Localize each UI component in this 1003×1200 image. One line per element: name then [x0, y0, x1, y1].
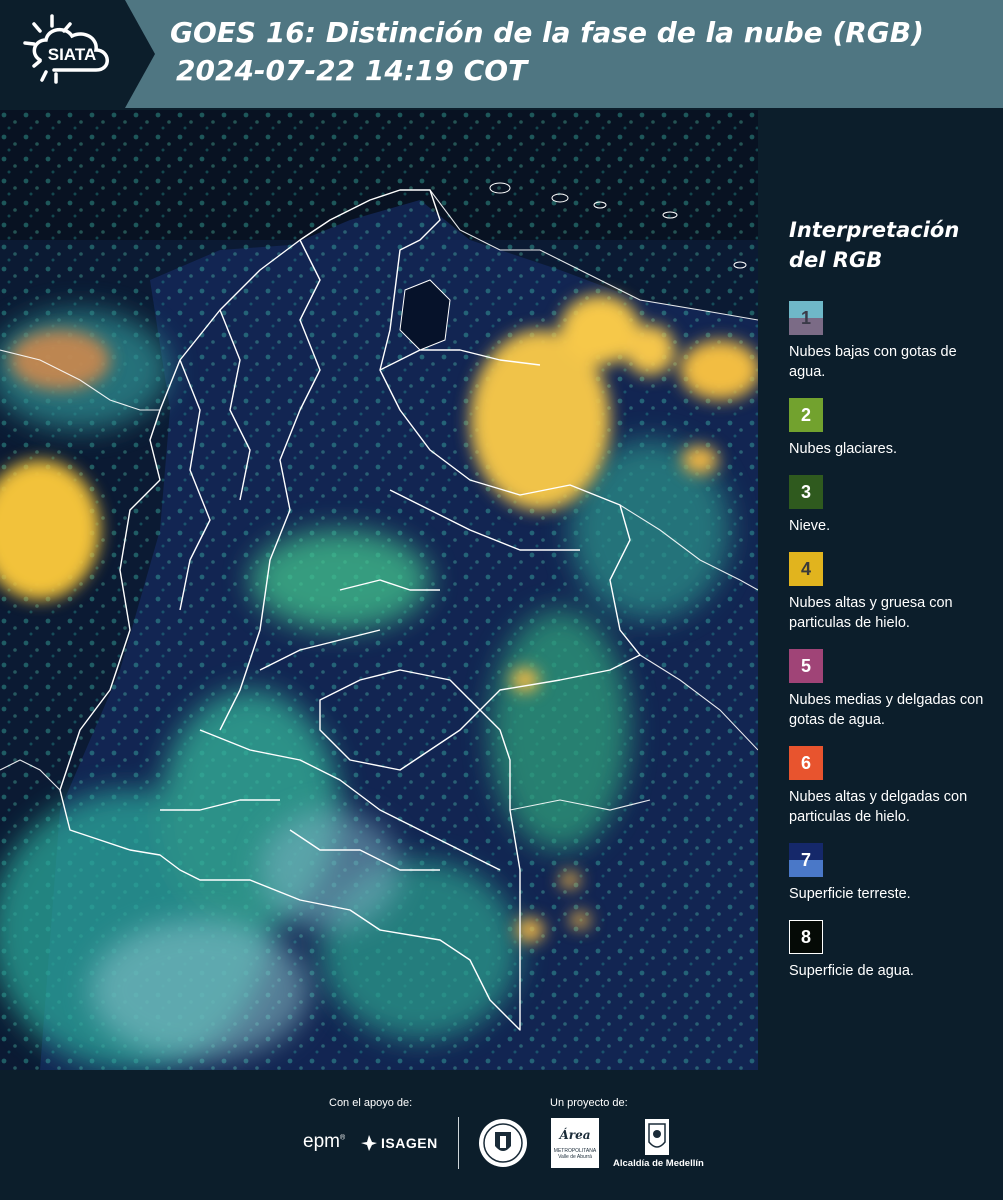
area-metropolitana-logo[interactable]: Área METROPOLITANA Valle de Aburrá	[551, 1118, 599, 1168]
legend-label: Nubes altas y delgadas con particulas de…	[789, 789, 968, 825]
isagen-logo[interactable]: ISAGEN	[360, 1134, 438, 1152]
legend-number: 6	[800, 752, 811, 773]
legend-label: Superficie terreste.	[789, 886, 911, 902]
legend-item-1: 1 Nubes bajas con gotas de agua.	[789, 301, 994, 382]
epm-logo-text: epm	[303, 1131, 340, 1152]
legend-item-7: 7 Superficie terreste.	[789, 843, 994, 904]
support-label: Con el apoyo de:	[329, 1097, 413, 1109]
legend-number: 3	[800, 481, 811, 502]
universidad-seal[interactable]	[478, 1118, 528, 1173]
legend-number: 2	[800, 404, 811, 425]
isagen-logo-text: ISAGEN	[381, 1135, 438, 1151]
legend-number: 5	[800, 655, 811, 676]
siata-logo-text: SIATA	[48, 45, 96, 64]
alcaldia-label: Alcaldía de Medellín	[613, 1158, 704, 1169]
legend-swatch-5: 5	[789, 649, 823, 683]
legend-number: 4	[800, 558, 811, 579]
legend-swatch-7: 7	[789, 843, 823, 877]
legend-swatch-3: 3	[789, 475, 823, 509]
legend-item-5: 5 Nubes medias y delgadas con gotas de ag…	[789, 649, 994, 730]
rgb-legend: Interpretación del RGB 1 Nubes bajas con …	[789, 215, 994, 997]
satellite-rgb-image[interactable]	[0, 110, 758, 1070]
legend-title: Interpretación del RGB	[789, 215, 994, 275]
legend-title-line-1: Interpretación	[789, 218, 960, 242]
legend-swatch-2: 2	[789, 398, 823, 432]
seal-icon	[479, 1119, 527, 1167]
crest-icon	[645, 1119, 669, 1155]
legend-label: Nubes medias y delgadas con gotas de agu…	[789, 692, 984, 728]
legend-number: 1	[800, 307, 811, 328]
area-logo-label: Área	[559, 1128, 591, 1142]
siata-logo[interactable]: SIATA	[0, 0, 155, 108]
legend-item-6: 6 Nubes altas y delgadas con particulas d…	[789, 746, 994, 827]
epm-logo[interactable]: epm®	[303, 1131, 345, 1153]
legend-label: Superficie de agua.	[789, 963, 914, 979]
legend-list: 1 Nubes bajas con gotas de agua. 2 Nubes gl…	[789, 301, 994, 981]
legend-label: Nieve.	[789, 518, 831, 534]
isagen-mark-icon	[361, 1135, 377, 1151]
legend-swatch-6: 6	[789, 746, 823, 780]
title-line-2: 2024-07-22 14:19 COT	[176, 54, 528, 87]
header-bar: SIATA GOES 16: Distinción de la fase de …	[0, 0, 1003, 108]
page-title: GOES 16: Distinción de la fase de la nub…	[170, 14, 924, 90]
legend-number: 8	[800, 926, 811, 947]
alcaldia-crest[interactable]	[644, 1118, 670, 1161]
title-line-1: GOES 16: Distinción de la fase de la nub…	[170, 16, 924, 49]
legend-swatch-1: 1	[789, 301, 823, 335]
legend-swatch-4: 4	[789, 552, 823, 586]
legend-item-8: 8 Superficie de agua.	[789, 920, 994, 981]
project-label: Un proyecto de:	[550, 1097, 628, 1109]
legend-label: Nubes glaciares.	[789, 441, 897, 457]
legend-swatch-8: 8	[789, 920, 823, 954]
legend-label: Nubes altas y gruesa con particulas de h…	[789, 595, 953, 631]
legend-number: 7	[800, 849, 811, 870]
legend-item-4: 4 Nubes altas y gruesa con particulas de …	[789, 552, 994, 633]
area-logo-sub2: Valle de Aburrá	[558, 1154, 592, 1160]
legend-item-3: 3 Nieve.	[789, 475, 994, 536]
legend-title-line-2: del RGB	[789, 248, 883, 272]
footer-divider	[458, 1117, 459, 1169]
legend-label: Nubes bajas con gotas de agua.	[789, 344, 957, 380]
legend-item-2: 2 Nubes glaciares.	[789, 398, 994, 459]
